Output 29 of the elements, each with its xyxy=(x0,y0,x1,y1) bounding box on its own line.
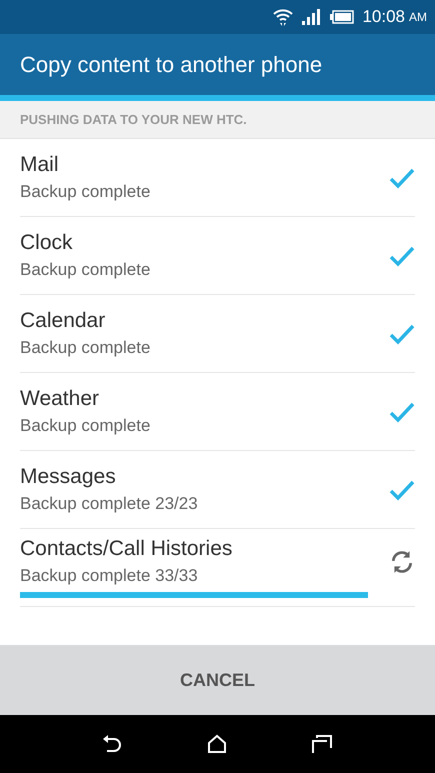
item-status: Backup complete xyxy=(20,260,152,280)
clock-time: 10:08 xyxy=(362,7,405,27)
signal-icon xyxy=(302,9,322,25)
checkmark-icon xyxy=(389,478,415,500)
checkmark-icon xyxy=(389,400,415,422)
item-title: Messages xyxy=(20,465,117,489)
home-icon[interactable] xyxy=(207,734,228,754)
clock-meridiem: AM xyxy=(409,10,427,24)
item-status: Backup complete xyxy=(20,338,152,358)
recent-apps-icon[interactable] xyxy=(311,734,334,754)
battery-icon xyxy=(330,10,354,24)
wifi-icon xyxy=(272,7,294,27)
item-title: Clock xyxy=(20,231,74,255)
section-header: PUSHING DATA TO YOUR NEW HTC. xyxy=(20,112,247,127)
item-title: Calendar xyxy=(20,309,106,333)
sync-icon xyxy=(389,548,415,574)
item-status: Backup complete xyxy=(20,416,152,436)
item-title: Contacts/Call Histories xyxy=(20,537,234,561)
item-title: Weather xyxy=(20,387,100,411)
checkmark-icon xyxy=(389,166,415,188)
item-status: Backup complete 33/33 xyxy=(20,566,199,586)
back-icon[interactable] xyxy=(102,734,124,754)
screen-title: Copy content to another phone xyxy=(20,52,322,78)
item-title: Mail xyxy=(20,153,60,177)
item-status: Backup complete 23/23 xyxy=(20,494,199,514)
checkmark-icon xyxy=(389,322,415,344)
cancel-button[interactable]: CANCEL xyxy=(0,645,435,715)
item-status: Backup complete xyxy=(20,182,152,202)
checkmark-icon xyxy=(389,244,415,266)
